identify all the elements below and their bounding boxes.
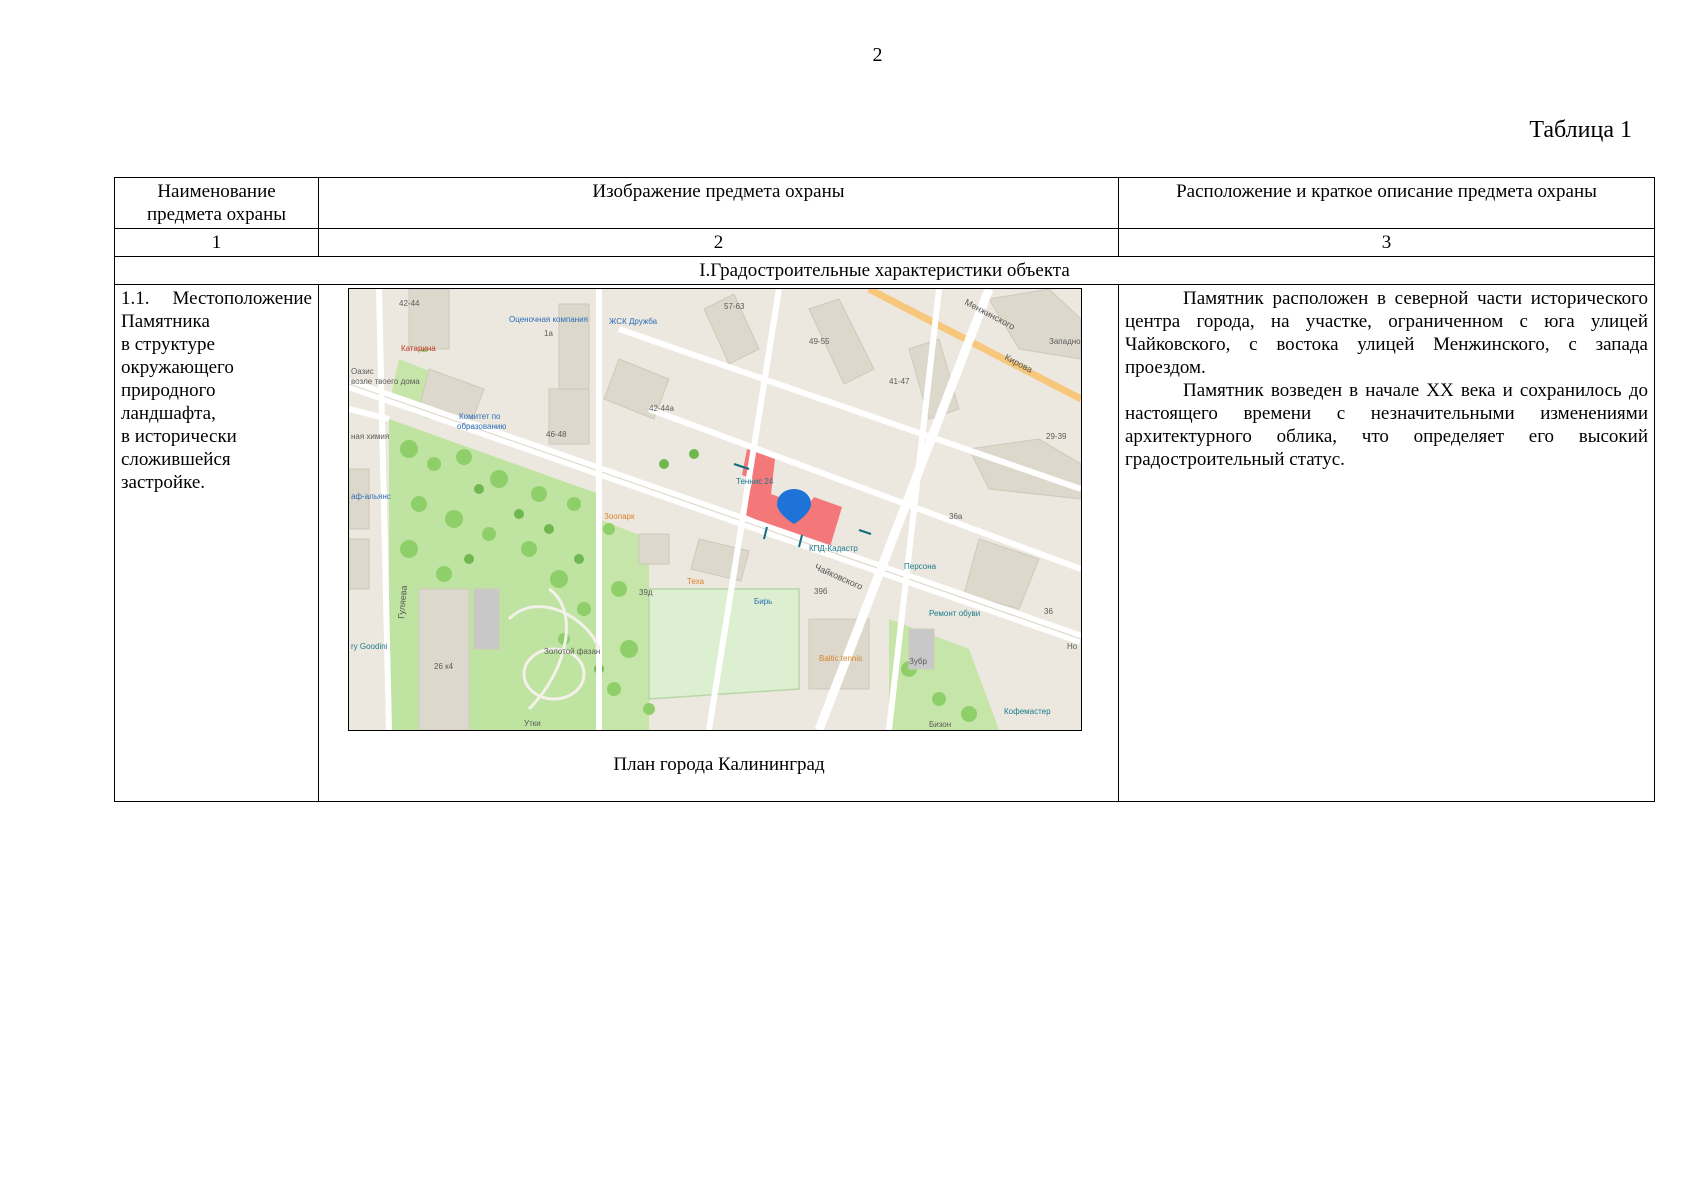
- description-paragraph: Памятник расположен в северной части ист…: [1125, 288, 1648, 378]
- section-row: I.Градостроительные характеристики объек…: [114, 256, 1655, 285]
- header-image: Изображение предмета охраны: [318, 177, 1119, 229]
- map-label: Теннис 24: [736, 477, 774, 486]
- map-label: Комитет по: [459, 412, 501, 421]
- map-label: 42-44: [399, 299, 420, 308]
- name-line: сложившейся: [121, 449, 231, 470]
- name-line: природного: [121, 380, 216, 401]
- name-line: в исторически: [121, 426, 237, 447]
- protection-subject-table: Наименование предмета охраны Изображение…: [114, 177, 1655, 802]
- map-label: Но: [1067, 642, 1078, 651]
- map-label: 39д: [639, 588, 653, 597]
- map-label: аф-альянс: [351, 492, 391, 501]
- map-label: 26 к4: [434, 662, 454, 671]
- map-label: 57-63: [724, 302, 745, 311]
- column-number-3: 3: [1118, 228, 1655, 257]
- map-label: ry Goodini: [351, 642, 388, 651]
- column-number-1: 1: [114, 228, 319, 257]
- table-caption: Таблица 1: [1529, 117, 1632, 143]
- name-line: в структуре: [121, 334, 215, 355]
- city-map-image: 42-44 Катарина Оценочная компания ЖСК Др…: [348, 288, 1082, 731]
- column-number-row: 1 2 3: [114, 228, 1655, 257]
- map-label: 29-39: [1046, 432, 1067, 441]
- map-label: Ремонт обуви: [929, 609, 980, 618]
- map-label: 46-48: [546, 430, 567, 439]
- map-label: 41-47: [889, 377, 910, 386]
- map-label: 36а: [949, 512, 963, 521]
- map-label: возле твоего дома: [351, 377, 420, 386]
- name-line: окружающего: [121, 357, 234, 378]
- map-label: КПД-Кадастр: [809, 544, 858, 553]
- map-label: 49-55: [809, 337, 830, 346]
- header-name: Наименование предмета охраны: [114, 177, 319, 229]
- name-line: Памятника: [121, 311, 210, 332]
- map-label: Кофемастер: [1004, 707, 1051, 716]
- map-label: 1а: [544, 329, 553, 338]
- column-number-2: 2: [318, 228, 1119, 257]
- map-label: образованию: [457, 422, 506, 431]
- map-label: ЖСК Дружба: [609, 317, 658, 326]
- map-label: Оазис: [351, 367, 374, 376]
- map-label: Западно: [1049, 337, 1081, 346]
- map-label: 39б: [814, 587, 828, 596]
- description-paragraph: Памятник возведен в начале XX века и сох…: [1125, 380, 1648, 470]
- protection-subject-description: Памятник расположен в северной части ист…: [1118, 284, 1655, 802]
- map-label: Теха: [687, 577, 705, 586]
- table-row: 1.1. Местоположение Памятника в структур…: [114, 284, 1655, 802]
- map-label: Оценочная компания: [509, 315, 588, 324]
- map-label: ная химия: [351, 432, 389, 441]
- image-caption: План города Калининград: [613, 754, 825, 775]
- map-label: 42-44а: [649, 404, 674, 413]
- map-label: Золотой фазан: [544, 647, 600, 656]
- name-line: застройке.: [121, 472, 206, 493]
- map-label: Утки: [524, 719, 541, 728]
- map-label: Бирь: [754, 597, 772, 606]
- protection-subject-name: 1.1. Местоположение Памятника в структур…: [114, 284, 319, 802]
- map-label: 36: [1044, 607, 1053, 616]
- map-label: Зубр: [909, 657, 928, 666]
- map-label: Персона: [904, 562, 937, 571]
- map-label: Катарина: [401, 344, 436, 353]
- map-label: Baltic tennis: [819, 654, 862, 663]
- map-label: Зоопарк: [604, 512, 635, 521]
- protection-subject-image-cell: 42-44 Катарина Оценочная компания ЖСК Др…: [318, 284, 1119, 802]
- page-number: 2: [872, 44, 883, 66]
- city-map-svg: 42-44 Катарина Оценочная компания ЖСК Др…: [349, 289, 1081, 730]
- header-description: Расположение и краткое описание предмета…: [1118, 177, 1655, 229]
- map-label: Бизон: [929, 720, 951, 729]
- section-title: I.Градостроительные характеристики объек…: [114, 256, 1655, 285]
- table-header-row: Наименование предмета охраны Изображение…: [114, 177, 1655, 229]
- name-line: 1.1. Местоположение: [121, 288, 312, 309]
- name-line: ландшафта,: [121, 403, 216, 424]
